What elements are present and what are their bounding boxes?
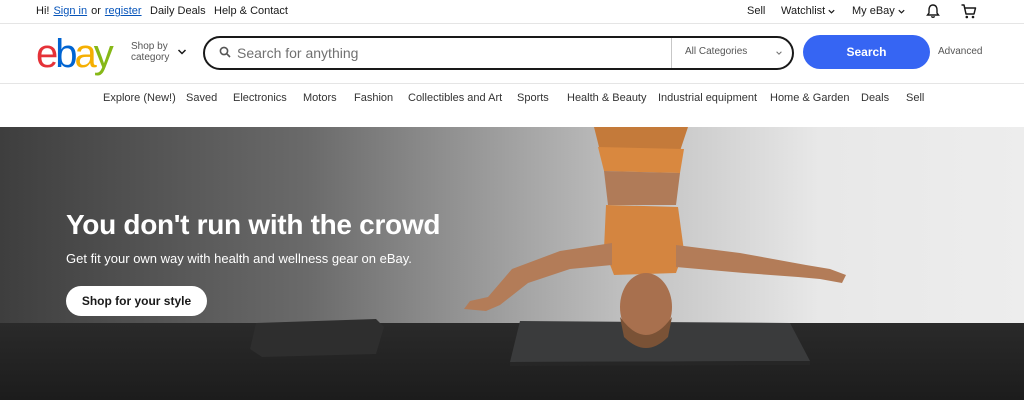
watchlist-label: Watchlist	[781, 5, 826, 17]
ebay-logo[interactable]: ebay	[36, 32, 114, 76]
category-nav: Explore (New!) Saved Electronics Motors …	[0, 85, 1024, 127]
help-contact-link[interactable]: Help & Contact	[214, 5, 288, 17]
search-input[interactable]	[237, 43, 667, 63]
chevron-down-icon	[828, 9, 835, 14]
nav-item-sports[interactable]: Sports	[517, 92, 549, 104]
nav-item-industrial[interactable]: Industrial equipment	[658, 92, 757, 104]
nav-item-deals[interactable]: Deals	[861, 92, 889, 104]
chevron-down-icon[interactable]	[775, 49, 783, 57]
cart-icon[interactable]	[960, 3, 977, 20]
hero-subtitle: Get fit your own way with health and wel…	[66, 251, 412, 266]
advanced-search-link[interactable]: Advanced	[938, 46, 982, 57]
my-ebay-menu[interactable]: My eBay	[852, 5, 906, 17]
header: ebay Shop by category All Categories Sea…	[0, 24, 1024, 84]
category-select[interactable]: All Categories	[685, 46, 747, 57]
sign-in-link[interactable]: Sign in	[53, 5, 87, 17]
nav-item-electronics[interactable]: Electronics	[233, 92, 287, 104]
nav-item-home-garden[interactable]: Home & Garden	[770, 92, 849, 104]
shop-by-category-button[interactable]: Shop by category	[131, 41, 169, 63]
logo-letter: y	[93, 32, 114, 76]
bell-icon[interactable]	[925, 3, 941, 19]
search-divider	[671, 38, 672, 68]
nav-item-sell[interactable]: Sell	[906, 92, 924, 104]
sell-link[interactable]: Sell	[747, 5, 765, 17]
nav-item-fashion[interactable]: Fashion	[354, 92, 393, 104]
my-ebay-label: My eBay	[852, 5, 895, 17]
hero-title: You don't run with the crowd	[66, 209, 441, 240]
greeting-text: Hi!	[36, 5, 50, 17]
logo-letter: a	[74, 32, 97, 76]
chevron-down-icon[interactable]	[177, 47, 187, 57]
nav-item-saved[interactable]: Saved	[186, 92, 217, 104]
shop-by-label: Shop by	[131, 41, 168, 52]
chevron-down-icon	[898, 9, 905, 14]
shop-for-your-style-button[interactable]: Shop for your style	[66, 286, 207, 316]
greeting: Hi! Sign in or register	[36, 5, 142, 17]
search-icon	[219, 46, 231, 58]
nav-item-motors[interactable]: Motors	[303, 92, 337, 104]
logo-letter: b	[55, 32, 77, 76]
nav-item-collectibles[interactable]: Collectibles and Art	[408, 92, 502, 104]
watchlist-menu[interactable]: Watchlist	[781, 5, 836, 17]
or-text: or	[91, 5, 101, 17]
search-bar: All Categories	[203, 36, 794, 70]
logo-letter: e	[36, 32, 58, 76]
category-label: category	[131, 52, 170, 63]
register-link[interactable]: register	[105, 5, 142, 17]
top-utility-bar: Hi! Sign in or register Daily Deals Help…	[0, 0, 1024, 24]
daily-deals-link[interactable]: Daily Deals	[150, 5, 206, 17]
hero-banner[interactable]: You don't run with the crowd Get fit you…	[0, 127, 1024, 400]
search-button[interactable]: Search	[803, 35, 930, 69]
nav-item-explore[interactable]: Explore (New!)	[103, 92, 176, 104]
nav-item-health-beauty[interactable]: Health & Beauty	[567, 92, 647, 104]
